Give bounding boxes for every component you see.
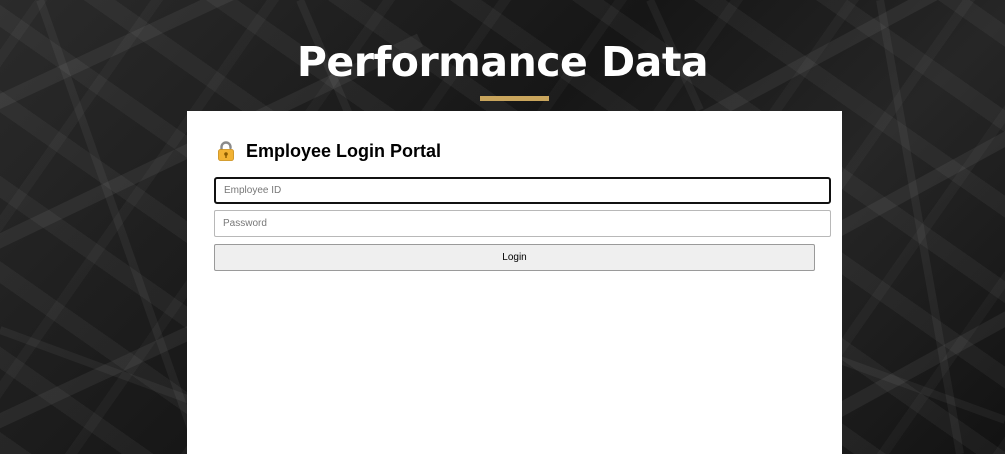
password-input[interactable] [214, 210, 831, 237]
card-heading: Employee Login Portal [215, 139, 441, 163]
login-card: Employee Login Portal Login [187, 111, 842, 454]
login-button[interactable]: Login [214, 244, 815, 271]
title-underline [480, 96, 549, 101]
page-title: Performance Data [296, 38, 709, 86]
lock-icon [215, 140, 237, 162]
employee-id-input[interactable] [214, 177, 831, 204]
card-heading-text: Employee Login Portal [246, 140, 442, 161]
